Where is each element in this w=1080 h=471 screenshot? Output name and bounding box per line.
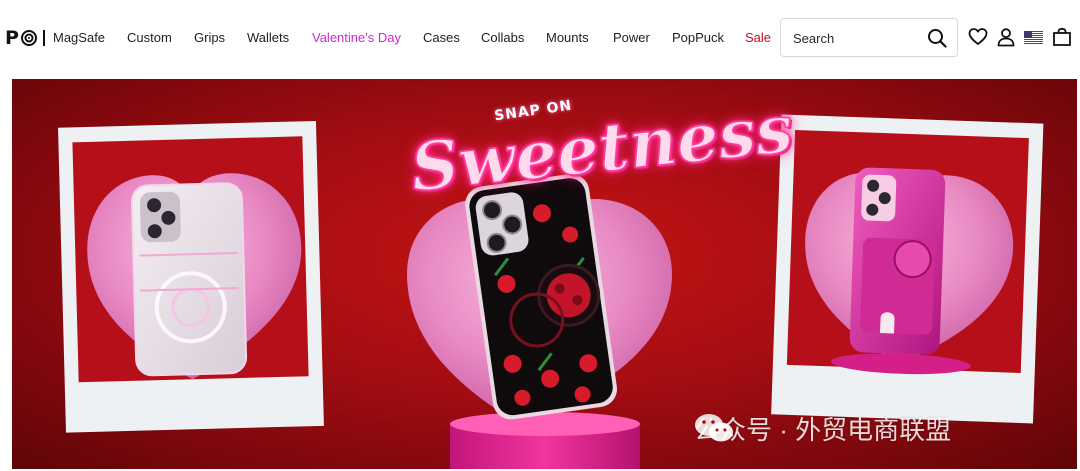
logo-letter: P	[5, 27, 19, 49]
left-polaroid-frame	[58, 120, 324, 433]
nav-item-poppuck[interactable]: PopPuck	[672, 30, 724, 46]
hero-banner[interactable]: SNAP ON Sweetness 公众号 · 外贸电商联盟	[12, 79, 1077, 469]
wechat-icon	[695, 414, 733, 442]
search-icon[interactable]	[927, 28, 947, 48]
logo-divider	[42, 30, 45, 46]
nav-item-sale[interactable]: Sale	[745, 30, 771, 46]
site-header: P MagSafe Custom Grips Wallets Valentine…	[0, 0, 1080, 76]
brand-logo[interactable]: P	[5, 28, 45, 48]
search-box	[780, 18, 958, 57]
us-flag-icon[interactable]	[1024, 31, 1043, 44]
nav-item-mounts[interactable]: Mounts	[546, 30, 589, 46]
heart-icon[interactable]	[968, 27, 988, 47]
search-input[interactable]	[793, 29, 923, 47]
nav-item-custom[interactable]: Custom	[127, 30, 172, 46]
account-icon[interactable]	[996, 27, 1016, 47]
nav-item-wallets[interactable]: Wallets	[247, 30, 289, 46]
center-pedestal-graphic	[450, 412, 640, 469]
nav-item-magsafe[interactable]: MagSafe	[53, 30, 105, 46]
nav-item-grips[interactable]: Grips	[194, 30, 225, 46]
cart-bag-icon[interactable]	[1052, 27, 1072, 47]
wechat-watermark: 公众号 · 外贸电商联盟	[694, 411, 951, 445]
logo-swirl-icon	[20, 30, 37, 46]
nav-item-valentines-day[interactable]: Valentine's Day	[312, 30, 401, 46]
right-polaroid-frame	[771, 114, 1044, 424]
nav-item-power[interactable]: Power	[613, 30, 650, 46]
nav-item-cases[interactable]: Cases	[423, 30, 460, 46]
nav-item-collabs[interactable]: Collabs	[481, 30, 524, 46]
